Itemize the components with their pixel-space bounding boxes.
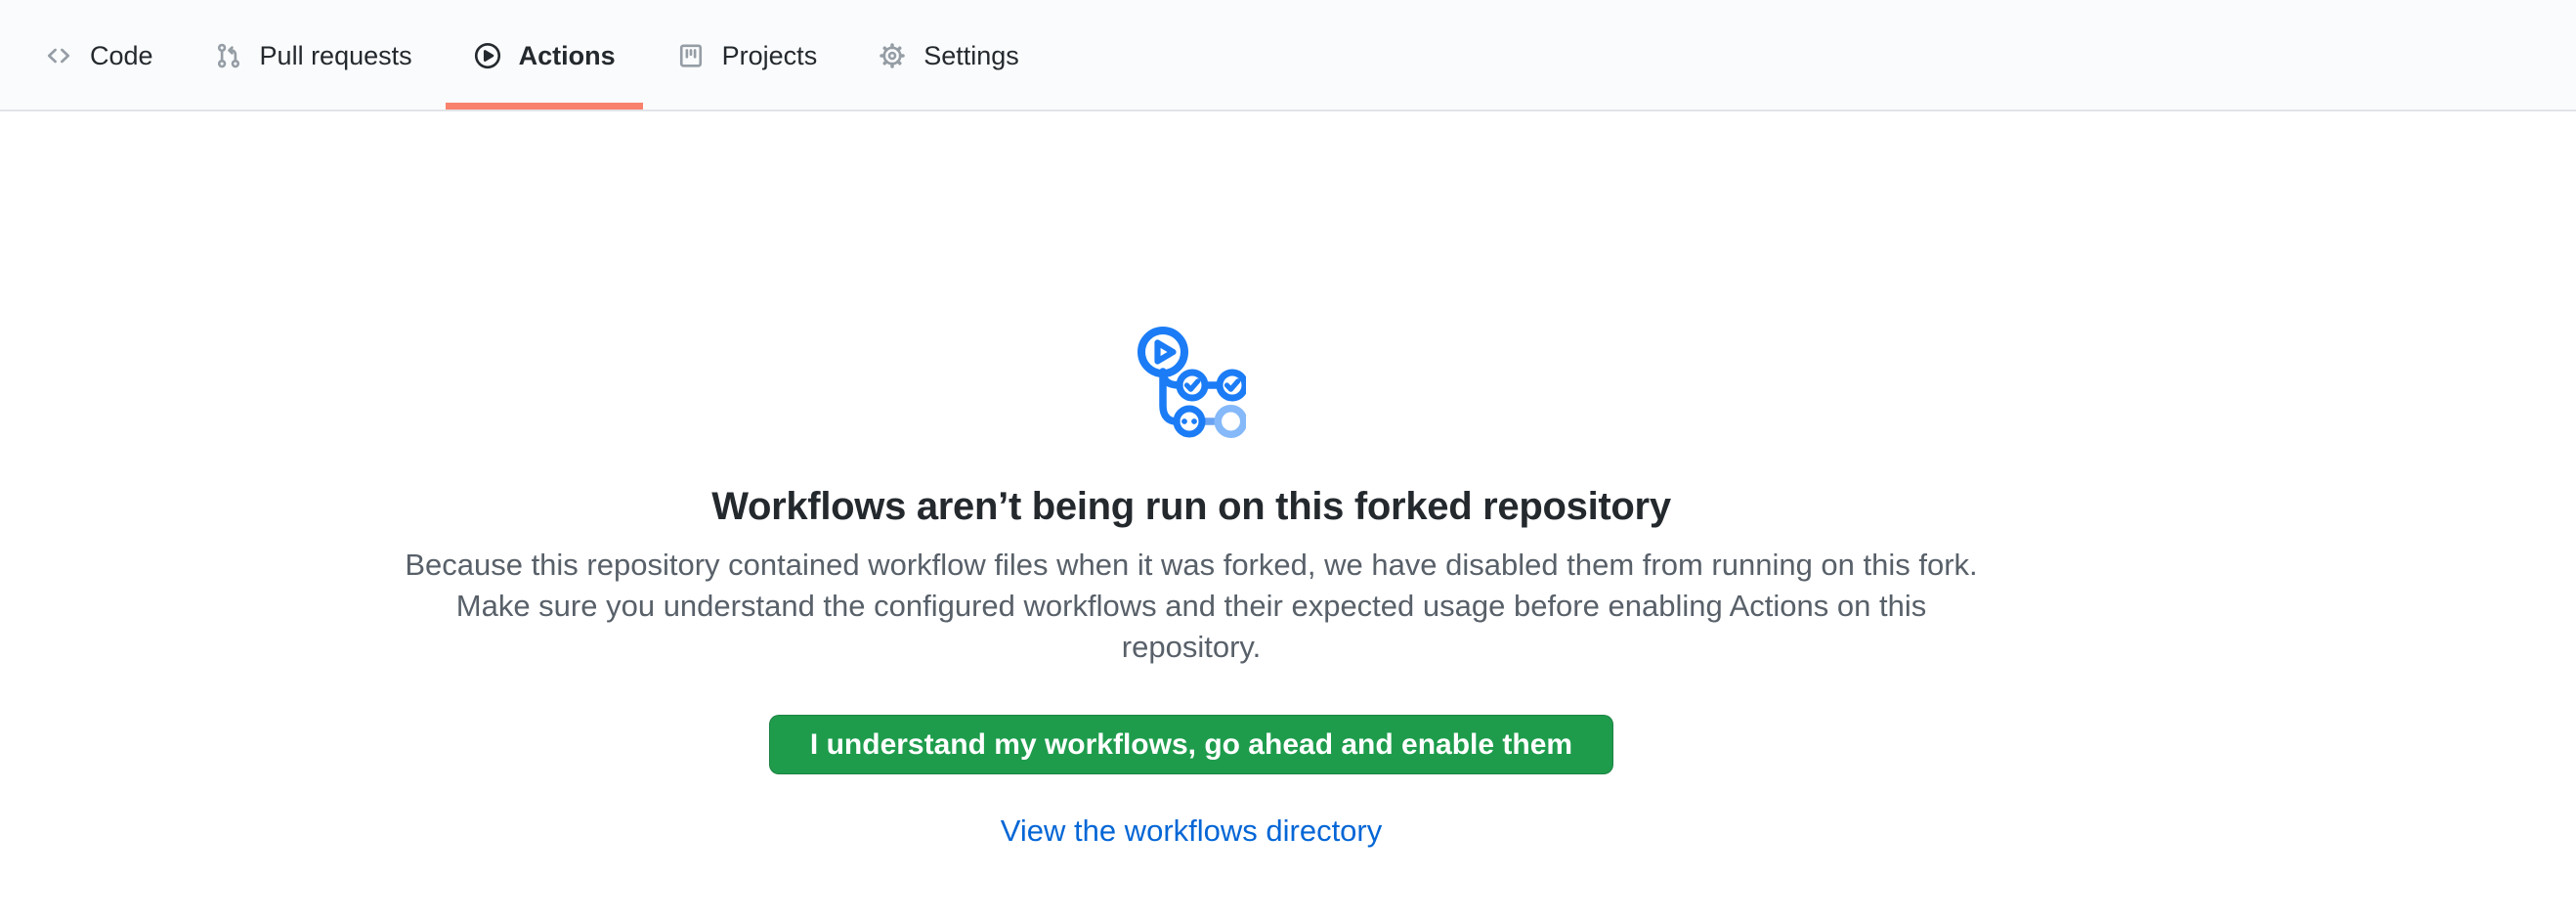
play-icon bbox=[473, 41, 502, 70]
workflow-graph-icon bbox=[1137, 326, 1246, 448]
tab-code-label: Code bbox=[90, 43, 153, 69]
repo-tab-nav: Code Pull requests Actions bbox=[0, 0, 2576, 111]
tab-projects-label: Projects bbox=[722, 43, 818, 69]
tab-pull-requests[interactable]: Pull requests bbox=[187, 0, 440, 110]
tab-settings[interactable]: Settings bbox=[850, 0, 1047, 110]
tab-actions-label: Actions bbox=[519, 43, 616, 69]
project-icon bbox=[676, 41, 706, 70]
enable-workflows-button[interactable]: I understand my workflows, go ahead and … bbox=[769, 715, 1613, 774]
tab-projects[interactable]: Projects bbox=[649, 0, 845, 110]
tab-actions[interactable]: Actions bbox=[446, 0, 643, 110]
git-pull-request-icon bbox=[214, 41, 243, 70]
code-icon bbox=[44, 41, 73, 70]
blankslate-description: Because this repository contained workfl… bbox=[395, 545, 1988, 668]
actions-page: Code Pull requests Actions bbox=[0, 0, 2576, 923]
view-workflows-directory-link[interactable]: View the workflows directory bbox=[351, 813, 2032, 849]
gear-icon bbox=[878, 41, 907, 70]
workflows-disabled-blankslate: Workflows aren’t being run on this forke… bbox=[351, 326, 2032, 849]
tab-pull-requests-label: Pull requests bbox=[260, 43, 412, 69]
tab-settings-label: Settings bbox=[923, 43, 1019, 69]
page-title: Workflows aren’t being run on this forke… bbox=[351, 485, 2032, 529]
tab-code[interactable]: Code bbox=[17, 0, 181, 110]
